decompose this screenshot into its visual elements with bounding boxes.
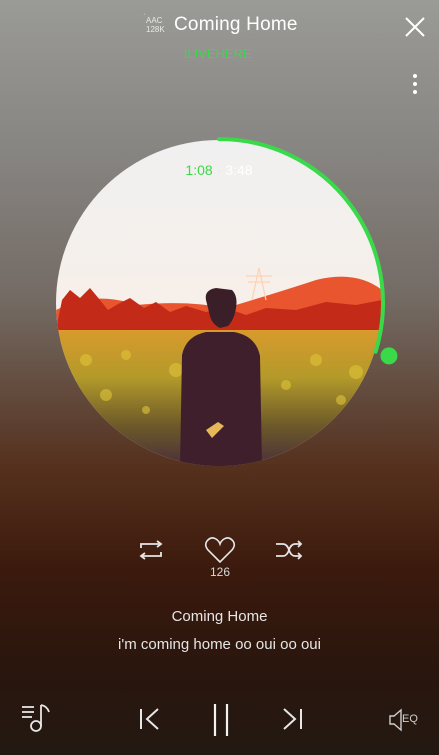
previous-button[interactable] — [137, 706, 163, 732]
equalizer-label: EQ — [402, 713, 418, 725]
total-time: 3:48 — [225, 162, 253, 178]
lyrics-current-line[interactable]: i'm coming home oo oui oo oui — [0, 636, 439, 653]
artist-name[interactable]: ILIVEHERE. — [0, 46, 439, 61]
player-header: ˊ AAC 128K Coming Home ILIVEHERE. — [0, 0, 439, 94]
more-vertical-icon — [413, 74, 417, 94]
track-title: Coming Home — [174, 14, 298, 35]
codec-format: AAC — [146, 16, 163, 25]
heart-icon — [204, 537, 236, 564]
album-cover — [56, 140, 382, 466]
time-display: 1:08 · 3:48 — [56, 162, 382, 178]
skip-previous-icon — [140, 708, 159, 730]
current-time: 1:08 — [185, 162, 213, 178]
progress-knob[interactable] — [380, 347, 398, 365]
codec-bitrate: 128K — [146, 25, 165, 34]
track-actions: 126 — [0, 535, 439, 585]
time-separator: · — [216, 162, 222, 178]
cover-area: 1:08 · 3:48 — [56, 137, 398, 466]
playback-controls: EQ — [0, 694, 439, 744]
quality-mark-icon: ˊ — [143, 13, 146, 22]
playlist-button[interactable] — [20, 702, 54, 734]
skip-next-icon — [283, 708, 302, 730]
shuffle-icon — [276, 540, 303, 560]
repeat-icon — [139, 540, 163, 560]
lyrics-title[interactable]: Coming Home — [0, 608, 439, 625]
codec-badge: ˊ AAC 128K — [143, 13, 170, 34]
shuffle-button[interactable] — [274, 539, 304, 561]
next-button[interactable] — [279, 706, 305, 732]
close-icon — [405, 17, 425, 37]
like-button[interactable] — [203, 535, 237, 565]
pause-icon — [213, 704, 229, 736]
like-count: 126 — [209, 565, 231, 579]
playlist-music-icon — [22, 704, 50, 732]
more-options-button[interactable] — [408, 72, 422, 98]
pause-button[interactable] — [208, 702, 234, 738]
repeat-button[interactable] — [136, 539, 166, 561]
equalizer-button[interactable]: EQ — [388, 708, 428, 732]
close-button[interactable] — [402, 14, 428, 40]
